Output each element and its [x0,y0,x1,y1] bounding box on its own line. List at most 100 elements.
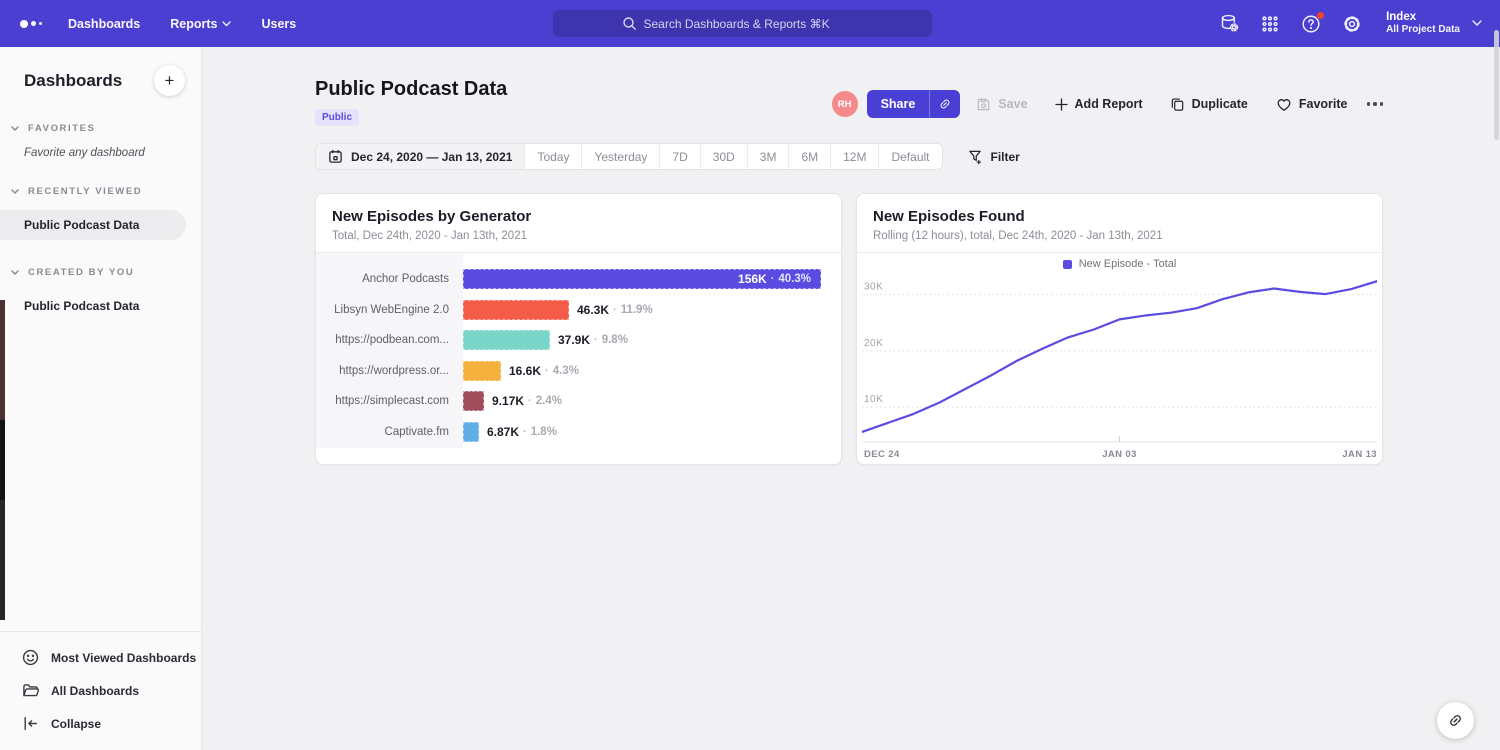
add-report-label: Add Report [1075,97,1143,111]
bar-value-label: 16.6K [509,364,541,378]
share-button[interactable]: Share [867,90,961,118]
bar-row: https://simplecast.com 9.17K · 2.4% [316,386,841,417]
legend-label: New Episode - Total [1079,258,1177,270]
legend-swatch [1063,260,1072,269]
share-link-button[interactable] [929,90,960,118]
settings-gear-icon[interactable] [1341,13,1363,35]
bar-value-label: 9.17K [492,394,524,408]
preset-3m[interactable]: 3M [747,144,789,169]
line-chart-card: New Episodes Found Rolling (12 hours), t… [856,193,1383,465]
nav-item-reports[interactable]: Reports [170,17,231,31]
section-label: RECENTLY VIEWED [28,186,142,197]
more-options-button[interactable] [1367,96,1384,112]
chart-title: New Episodes by Generator [332,208,825,225]
favorite-label: Favorite [1299,97,1348,111]
section-label: CREATED BY YOU [28,267,134,278]
footer-item-label: Collapse [51,717,101,731]
bar-labels: 9.17K · 2.4% [492,394,562,408]
chevron-down-icon [1472,20,1482,27]
svg-text:JAN 13: JAN 13 [1342,449,1377,460]
bar-row: Captivate.fm 6.87K · 1.8% [316,417,841,448]
preset-default[interactable]: Default [878,144,941,169]
project-selector[interactable]: Index All Project Data [1386,11,1482,36]
chevron-down-icon [222,21,231,27]
bar-labels: 156K · 40.3% [738,272,820,286]
bar [463,300,569,320]
bar-track: 16.6K · 4.3% [463,361,841,381]
sidebar-footer: Most Viewed Dashboards All Dashboards Co… [0,631,201,750]
date-range-label: Dec 24, 2020 — Jan 13, 2021 [351,150,512,164]
collapse-sidebar-button[interactable]: Collapse [0,707,201,740]
global-search[interactable] [553,10,932,37]
nav-item-label: Dashboards [68,17,140,31]
left-edge-artifact [0,300,5,420]
bar-track: 46.3K · 11.9% [463,300,841,320]
add-dashboard-button[interactable]: + [154,65,185,96]
bar-pct-label: 40.3% [778,273,811,285]
most-viewed-dashboards-link[interactable]: Most Viewed Dashboards [0,641,201,674]
sidebar-item-public-podcast-data[interactable]: Public Podcast Data [0,210,186,240]
nav-item-label: Users [261,17,296,31]
bar-pct-label: 1.8% [531,426,557,438]
bar-chart: Anchor Podcasts 156K · 40.3% Libsyn WebE… [316,253,841,462]
preset-6m[interactable]: 6M [788,144,830,169]
duplicate-button[interactable]: Duplicate [1170,97,1248,112]
project-scope: All Project Data [1386,24,1460,36]
bar-category-label: Captivate.fm [316,426,463,438]
preset-30d[interactable]: 30D [700,144,747,169]
preset-12m[interactable]: 12M [830,144,878,169]
help-icon[interactable] [1300,13,1322,35]
add-report-button[interactable]: Add Report [1055,97,1143,111]
top-nav: Dashboards Reports Users [0,0,1500,47]
section-header-recent[interactable]: RECENTLY VIEWED [0,186,201,197]
save-button[interactable]: Save [976,97,1027,112]
data-sources-icon[interactable] [1218,13,1240,35]
bar-pct-label: 4.3% [553,365,579,377]
date-filter-row: Dec 24, 2020 — Jan 13, 2021 Today Yester… [315,143,1383,170]
bar-value-label: 37.9K [558,333,590,347]
bar [463,422,479,442]
nav-item-users[interactable]: Users [261,17,296,31]
chart-legend: New Episode - Total [857,253,1382,275]
app-logo-icon[interactable] [20,20,42,28]
section-header-created[interactable]: CREATED BY YOU [0,267,201,278]
public-badge: Public [315,109,359,126]
filter-button[interactable]: Filter [968,149,1020,165]
search-input[interactable] [644,17,864,31]
bar-pct-label: 2.4% [536,395,562,407]
floating-link-button[interactable] [1437,702,1474,739]
plus-icon [1055,98,1068,111]
save-label: Save [998,97,1027,111]
bar-track: 6.87K · 1.8% [463,422,841,442]
bar-labels: 16.6K · 4.3% [509,364,579,378]
preset-yesterday[interactable]: Yesterday [581,144,659,169]
section-header-favorites[interactable]: FAVORITES [0,123,201,134]
chart-title: New Episodes Found [873,208,1366,225]
preset-7d[interactable]: 7D [659,144,699,169]
all-dashboards-link[interactable]: All Dashboards [0,674,201,707]
scrollbar-thumb[interactable] [1494,30,1499,140]
sidebar-item-public-podcast-data-2[interactable]: Public Podcast Data [0,291,201,321]
page-title: Public Podcast Data [315,78,507,101]
preset-today[interactable]: Today [524,144,581,169]
date-range-control: Dec 24, 2020 — Jan 13, 2021 Today Yester… [315,143,943,170]
bar-chart-rows: Anchor Podcasts 156K · 40.3% Libsyn WebE… [316,253,841,447]
chevron-down-icon [11,270,19,276]
bar-value-label: 6.87K [487,425,519,439]
bar-category-label: Anchor Podcasts [316,273,463,285]
apps-grid-icon[interactable] [1259,13,1281,35]
bar [463,361,501,381]
sidebar-title: Dashboards [24,71,122,91]
main-area: Public Podcast Data Public RH Share [202,47,1500,750]
date-range-button[interactable]: Dec 24, 2020 — Jan 13, 2021 [316,144,524,169]
bar-category-label: https://simplecast.com [316,395,463,407]
filter-label: Filter [991,150,1020,164]
svg-text:10K: 10K [864,394,883,405]
report-cards: New Episodes by Generator Total, Dec 24t… [315,193,1383,465]
favorite-button[interactable]: Favorite [1276,97,1348,112]
nav-item-dashboards[interactable]: Dashboards [68,17,140,31]
avatar[interactable]: RH [832,91,858,117]
filter-funnel-icon [968,149,983,165]
page-header: Public Podcast Data Public RH Share [315,78,1383,126]
svg-text:JAN 03: JAN 03 [1102,449,1137,460]
